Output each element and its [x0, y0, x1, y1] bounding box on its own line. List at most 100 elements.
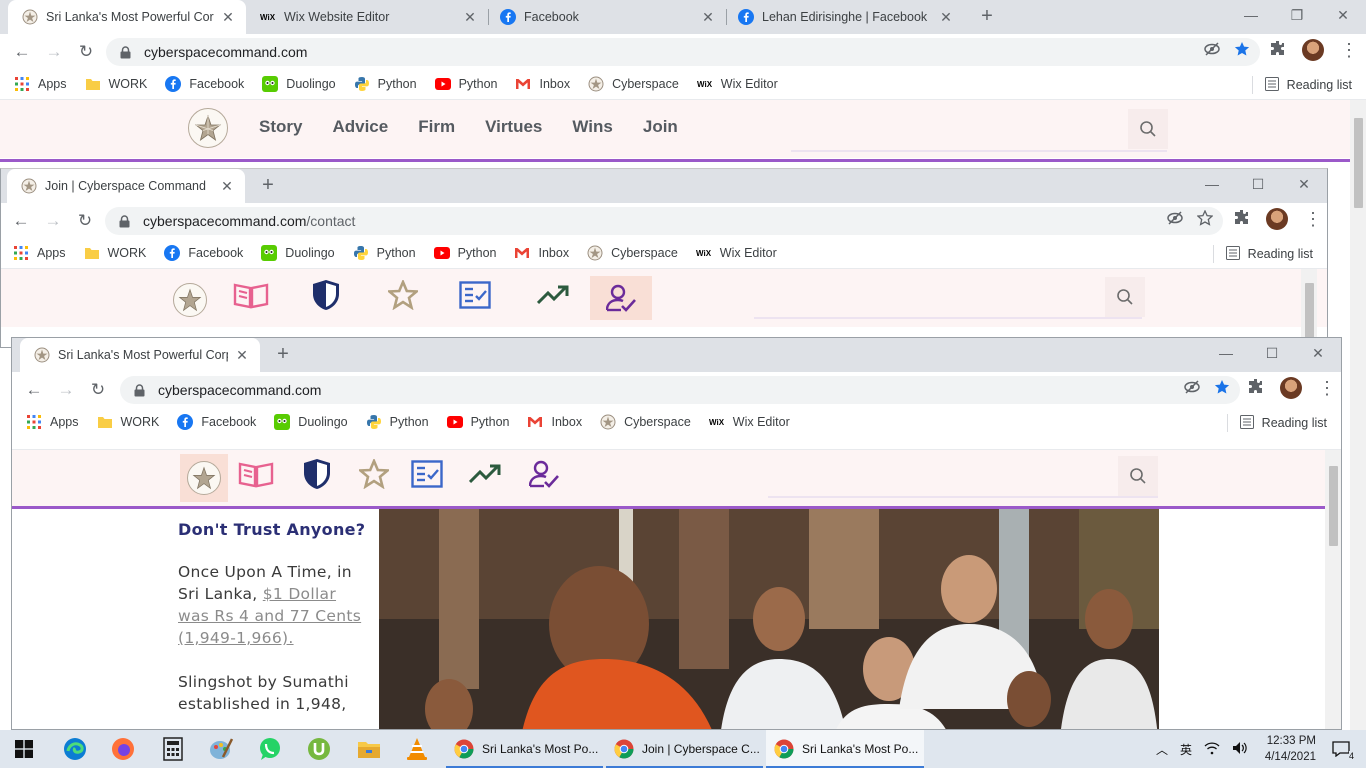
close-tab-icon[interactable]: ✕ — [938, 9, 954, 26]
file-explorer-icon[interactable] — [349, 734, 389, 764]
nav-join[interactable]: Join — [643, 117, 678, 137]
firm-checklist-icon[interactable] — [452, 273, 498, 317]
close-window-button[interactable]: ✕ — [1320, 0, 1366, 30]
nav-wins[interactable]: Wins — [572, 117, 612, 137]
site-logo[interactable] — [173, 283, 207, 317]
tracking-off-icon[interactable] — [1184, 379, 1200, 400]
nav-advice[interactable]: Advice — [332, 117, 388, 137]
bookmark-apps[interactable]: Apps — [26, 414, 79, 430]
maximize-button[interactable]: ☐ — [1235, 169, 1281, 199]
site-logo[interactable] — [188, 108, 228, 148]
utorrent-icon[interactable] — [299, 734, 339, 764]
extensions-icon[interactable] — [1234, 209, 1250, 230]
back-button[interactable]: ← — [8, 208, 34, 234]
search-icon[interactable] — [1105, 277, 1145, 317]
profile-avatar[interactable] — [1280, 377, 1302, 399]
minimize-button[interactable]: — — [1228, 0, 1274, 30]
back-button[interactable]: ← — [21, 377, 47, 403]
profile-avatar[interactable] — [1266, 208, 1288, 230]
notifications-button[interactable]: 4 — [1326, 730, 1356, 768]
extensions-icon[interactable] — [1270, 40, 1286, 61]
tab-facebook[interactable]: Facebook ✕ — [486, 0, 726, 34]
clock[interactable]: 12:33 PM 4/14/2021 — [1265, 733, 1316, 765]
wins-trend-icon[interactable] — [530, 273, 576, 317]
bookmark-inbox[interactable]: Inbox — [527, 414, 582, 430]
scrollbar[interactable] — [1325, 450, 1341, 729]
bookmark-python[interactable]: Python — [366, 414, 429, 430]
address-bar[interactable]: cyberspacecommand.com — [120, 376, 1240, 404]
taskbar-chrome-window-1[interactable]: Sri Lanka's Most Po... — [446, 730, 603, 768]
close-tab-icon[interactable]: ✕ — [219, 178, 235, 195]
search-icon[interactable] — [1118, 456, 1158, 496]
extensions-icon[interactable] — [1248, 378, 1264, 399]
bookmark-facebook[interactable]: Facebook — [164, 245, 243, 261]
bookmark-inbox[interactable]: Inbox — [515, 76, 570, 92]
tab-wix[interactable]: WiX Wix Website Editor ✕ — [246, 0, 488, 34]
bookmark-duolingo[interactable]: Duolingo — [261, 245, 335, 261]
bookmark-wix-editor[interactable]: WiX Wix Editor — [697, 76, 778, 92]
advice-shield-icon[interactable] — [294, 452, 340, 496]
search-icon[interactable] — [1128, 109, 1168, 149]
menu-kebab-icon[interactable]: ⋮ — [1340, 39, 1358, 61]
bookmark-apps[interactable]: Apps — [14, 76, 67, 92]
new-tab-button[interactable]: + — [975, 5, 999, 29]
bookmark-cyberspace[interactable]: Cyberspace — [587, 245, 678, 261]
start-windows-icon[interactable] — [4, 734, 44, 764]
tab-sri-lanka[interactable]: Sri Lanka's Most Powerful Corpor ✕ — [20, 338, 260, 372]
close-window-button[interactable]: ✕ — [1281, 169, 1327, 199]
tab-sri-lanka[interactable]: Sri Lanka's Most Powerful Corpor ✕ — [8, 0, 246, 34]
address-bar[interactable]: cyberspacecommand.com — [106, 38, 1260, 66]
chevron-up-icon[interactable]: ︿ — [1156, 741, 1168, 758]
reload-button[interactable]: ↻ — [85, 377, 111, 403]
edge-browser-icon[interactable] — [55, 734, 95, 764]
new-tab-button[interactable]: + — [256, 174, 280, 198]
scrollbar[interactable] — [1350, 100, 1366, 730]
join-user-check-icon[interactable] — [590, 276, 652, 320]
vlc-icon[interactable] — [397, 734, 437, 764]
scrollbar[interactable] — [1301, 269, 1317, 347]
whatsapp-icon[interactable] — [250, 734, 290, 764]
close-tab-icon[interactable]: ✕ — [462, 9, 478, 26]
story-book-icon[interactable] — [228, 273, 274, 317]
paint-icon[interactable] — [201, 734, 241, 764]
home-logo-button[interactable] — [180, 454, 228, 502]
site-search-input[interactable] — [754, 275, 1142, 319]
nav-story[interactable]: Story — [259, 117, 302, 137]
bookmark-python-youtube[interactable]: Python — [446, 414, 509, 430]
bookmark-work[interactable]: WORK — [97, 414, 159, 430]
maximize-button[interactable]: ☐ — [1249, 338, 1295, 368]
virtues-star-icon[interactable] — [380, 273, 426, 317]
forward-button[interactable]: → — [53, 377, 79, 403]
reading-list[interactable]: Reading list — [1226, 414, 1327, 432]
virtues-star-icon[interactable] — [351, 452, 397, 496]
bookmark-inbox[interactable]: Inbox — [514, 245, 569, 261]
reload-button[interactable]: ↻ — [72, 208, 98, 234]
bookmark-python[interactable]: Python — [353, 245, 416, 261]
taskbar-chrome-window-3[interactable]: Sri Lanka's Most Po... — [766, 730, 924, 768]
bookmark-work[interactable]: WORK — [85, 76, 147, 92]
bookmark-work[interactable]: WORK — [84, 245, 146, 261]
bookmark-facebook[interactable]: Facebook — [165, 76, 244, 92]
nav-firm[interactable]: Firm — [418, 117, 455, 137]
new-tab-button[interactable]: + — [271, 343, 295, 367]
bookmark-wix-editor[interactable]: WiX Wix Editor — [709, 414, 790, 430]
address-bar[interactable]: cyberspacecommand.com/contact — [105, 207, 1223, 235]
close-tab-icon[interactable]: ✕ — [220, 9, 236, 26]
forward-button[interactable]: → — [41, 39, 67, 65]
forward-button[interactable]: → — [40, 208, 66, 234]
bookmark-python-youtube[interactable]: Python — [433, 245, 496, 261]
bookmark-python[interactable]: Python — [354, 76, 417, 92]
wifi-icon[interactable] — [1204, 741, 1220, 758]
maximize-button[interactable]: ❐ — [1274, 0, 1320, 30]
minimize-button[interactable]: — — [1203, 338, 1249, 368]
bookmark-star-icon[interactable] — [1196, 209, 1214, 231]
nav-virtues[interactable]: Virtues — [485, 117, 542, 137]
firm-checklist-icon[interactable] — [404, 452, 450, 496]
bookmark-star-icon[interactable] — [1234, 41, 1250, 62]
close-tab-icon[interactable]: ✕ — [700, 9, 716, 26]
taskbar-chrome-window-2[interactable]: Join | Cyberspace C... — [606, 730, 763, 768]
bookmark-star-icon[interactable] — [1214, 379, 1230, 400]
bookmark-python-youtube[interactable]: Python — [434, 76, 497, 92]
site-search-input[interactable] — [768, 454, 1158, 498]
firefox-icon[interactable] — [103, 734, 143, 764]
